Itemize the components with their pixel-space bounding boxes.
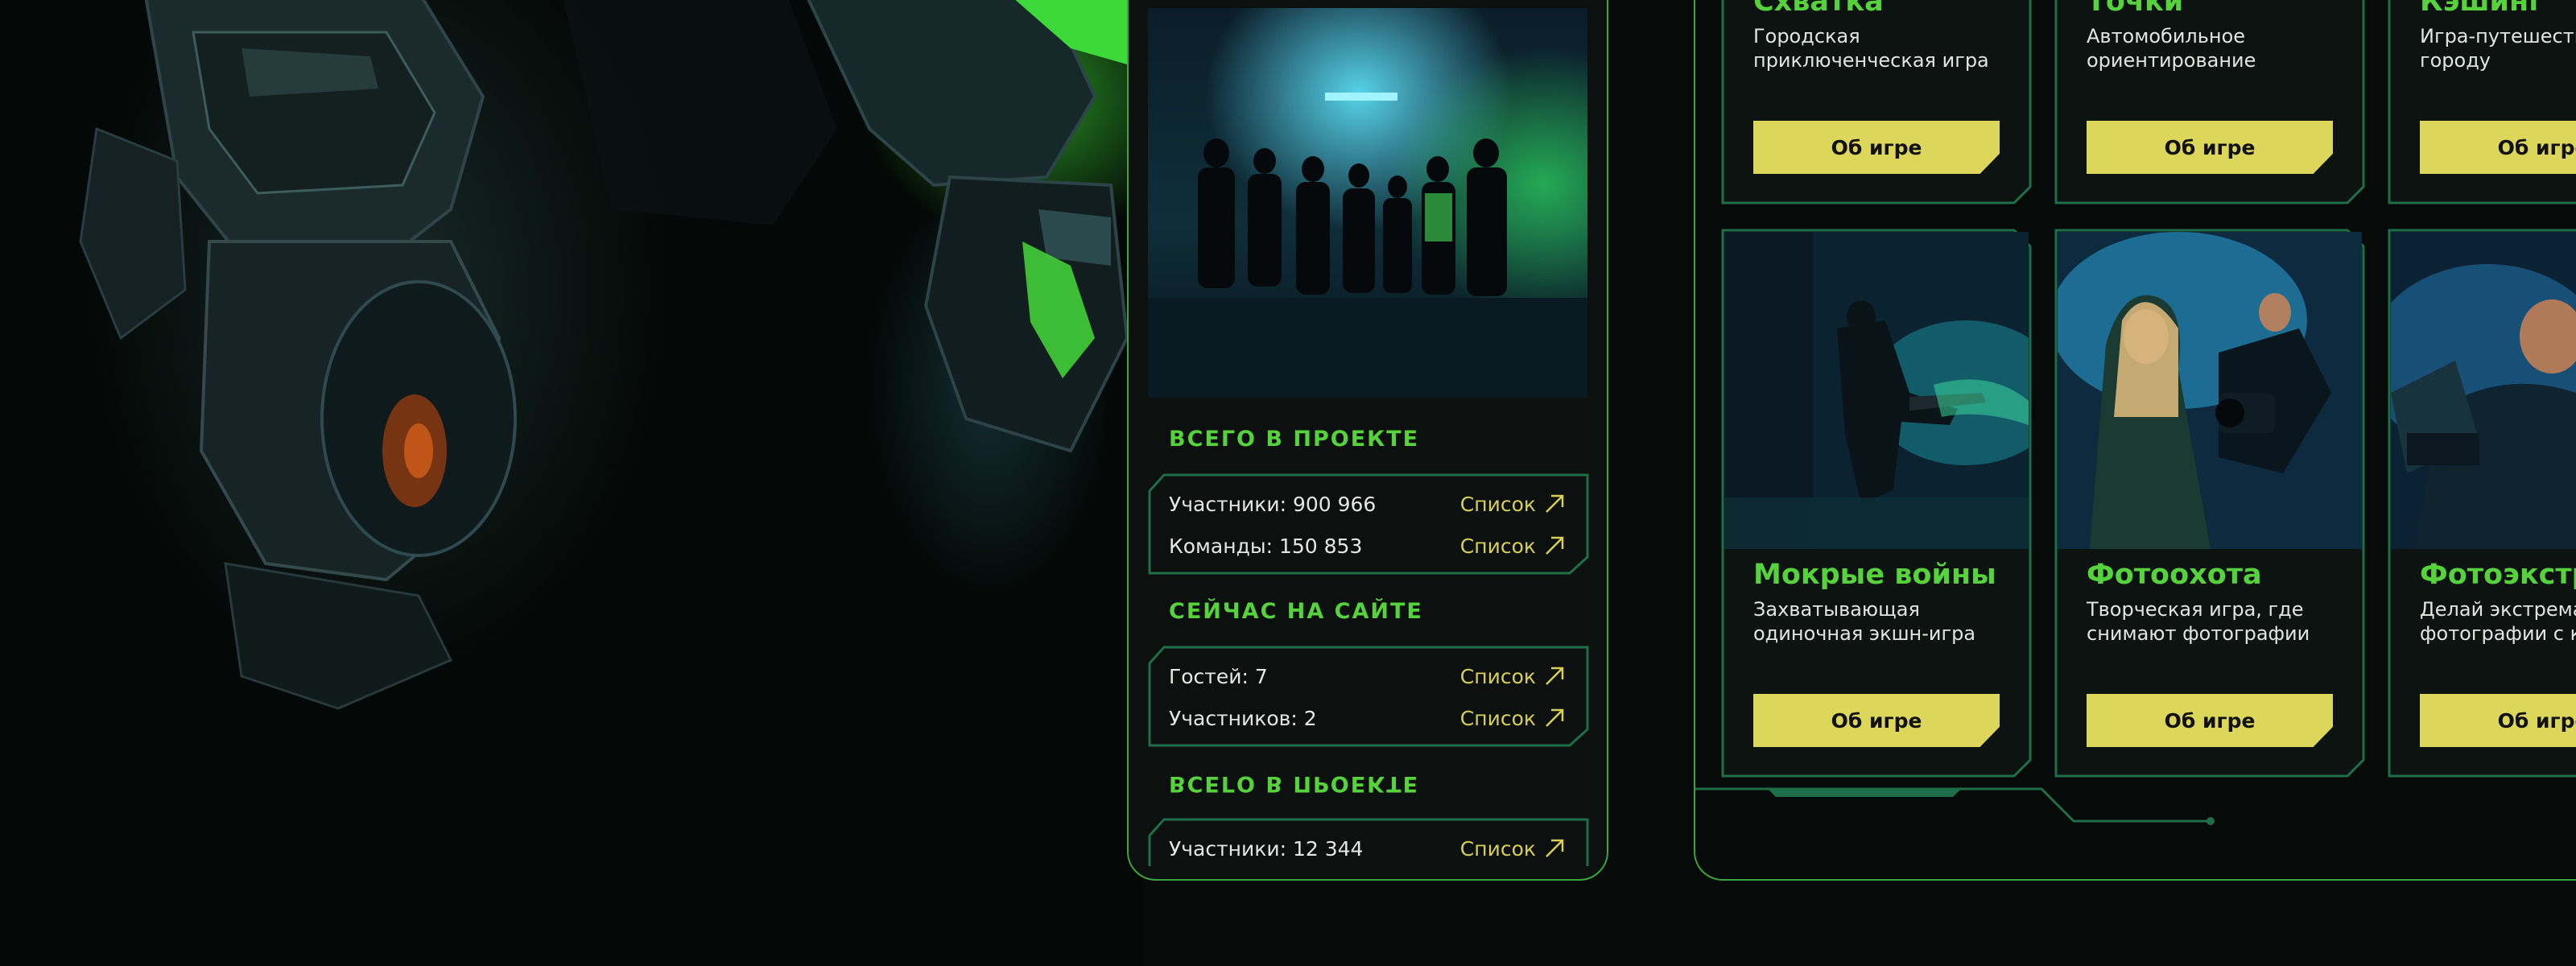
stat-label: Гостей: 7: [1169, 664, 1268, 688]
game-title: Фотоэкстрим: [2420, 559, 2576, 591]
list-link[interactable]: Список: [1460, 535, 1565, 558]
section-title-online: СЕЙЧАС НА САЙТЕ: [1169, 599, 1423, 624]
stat-label: Участники: 12 344: [1169, 836, 1364, 861]
game-title: Мокрые войны: [1753, 559, 1996, 591]
arrow-up-right-icon: [1546, 667, 1564, 685]
game-desc: Городская приключенческая игра: [1753, 25, 1989, 72]
about-game-button[interactable]: Об игре: [2087, 121, 2333, 174]
background-robot-art: [0, 0, 1143, 966]
game-card-tochki: Точки Автомобильное ориентирование Об иг…: [2054, 0, 2365, 208]
stat-label: Участники: 900 966: [1169, 492, 1377, 516]
games-panel: Схватка Городская приключенческая игра О…: [1694, 0, 2576, 881]
arrow-up-right-icon: [1546, 708, 1564, 727]
arrow-up-right-icon: [1546, 536, 1564, 555]
game-title: Точки: [2087, 0, 2184, 18]
game-desc: Автомобильное ориентирование: [2087, 25, 2256, 72]
game-title: Фотоохота: [2087, 559, 2262, 591]
game-title: Кэшинг: [2420, 0, 2544, 18]
list-link-label: Список: [1459, 664, 1536, 688]
decorative-circuit-line: [1695, 787, 2215, 825]
list-link-label: Список: [1459, 534, 1536, 558]
game-card-fotoekstrim: Фотоэкстрим Делай экстремальные фотограф…: [2388, 229, 2576, 778]
game-desc: Творческая игра, где снимают фотографии: [2087, 598, 2310, 645]
stat-row: Участников: 2 Список: [1169, 702, 1565, 734]
game-card-fotookhota: Фотоохота Творческая игра, где снимают ф…: [2054, 229, 2365, 778]
game-card-skhvatka: Схватка Городская приключенческая игра О…: [1721, 0, 2032, 208]
game-desc: Игра-путешествие по городу: [2420, 25, 2576, 72]
section-title-total: ВСЕГО В ПРОЕКТЕ: [1169, 427, 1420, 452]
stats-box-total: Участники: 900 966 Список Команды: 150 8…: [1148, 473, 1589, 575]
about-game-button[interactable]: Об игре: [1753, 121, 2000, 174]
arrow-up-right-icon: [1546, 839, 1564, 857]
stat-row: Команды: 150 853 Список: [1169, 530, 1565, 562]
list-link[interactable]: Список: [1460, 837, 1565, 861]
stats-panel: ВСЕГО В ПРОЕКТЕ Участники: 900 966 Списо…: [1127, 0, 1608, 881]
stats-box-partial: Участники: 12 344 Список: [1148, 818, 1589, 866]
stat-label: Участников: 2: [1169, 706, 1317, 730]
game-card-mokrye-voiny: Мокрые войны Захватывающая одиночная экш…: [1721, 229, 2032, 778]
game-image: [2058, 232, 2362, 549]
section-title-mirrored: ВСЕГО В ПРОЕКТЕ: [1169, 771, 1420, 796]
game-desc: Захватывающая одиночная экшн-игра: [1753, 598, 1976, 645]
list-link[interactable]: Список: [1460, 707, 1565, 730]
about-game-button[interactable]: Об игре: [2420, 121, 2576, 174]
list-link[interactable]: Список: [1460, 493, 1565, 516]
about-game-button[interactable]: Об игре: [1753, 694, 2000, 747]
list-link-label: Список: [1459, 492, 1536, 516]
list-link[interactable]: Список: [1460, 665, 1565, 688]
game-card-keshing: Кэшинг Игра-путешествие по городу Об игр…: [2388, 0, 2576, 208]
stat-row: Гостей: 7 Список: [1169, 660, 1565, 692]
arrow-up-right-icon: [1546, 494, 1564, 513]
game-image: [1724, 232, 2029, 549]
stat-row: Участники: 900 966 Список: [1169, 488, 1565, 520]
game-title: Схватка: [1753, 0, 1884, 18]
game-desc: Делай экстремальные фотографии с командо…: [2420, 598, 2576, 645]
stat-row: Участники: 12 344 Список: [1169, 832, 1565, 865]
stat-label: Команды: 150 853: [1169, 534, 1363, 558]
about-game-button[interactable]: Об игре: [2420, 694, 2576, 747]
list-link-label: Список: [1459, 836, 1536, 861]
game-image: [2391, 232, 2576, 549]
list-link-label: Список: [1459, 706, 1536, 730]
team-photo: [1148, 8, 1587, 398]
about-game-button[interactable]: Об игре: [2087, 694, 2333, 747]
stats-box-online: Гостей: 7 Список Участников: 2 Список: [1148, 646, 1589, 747]
